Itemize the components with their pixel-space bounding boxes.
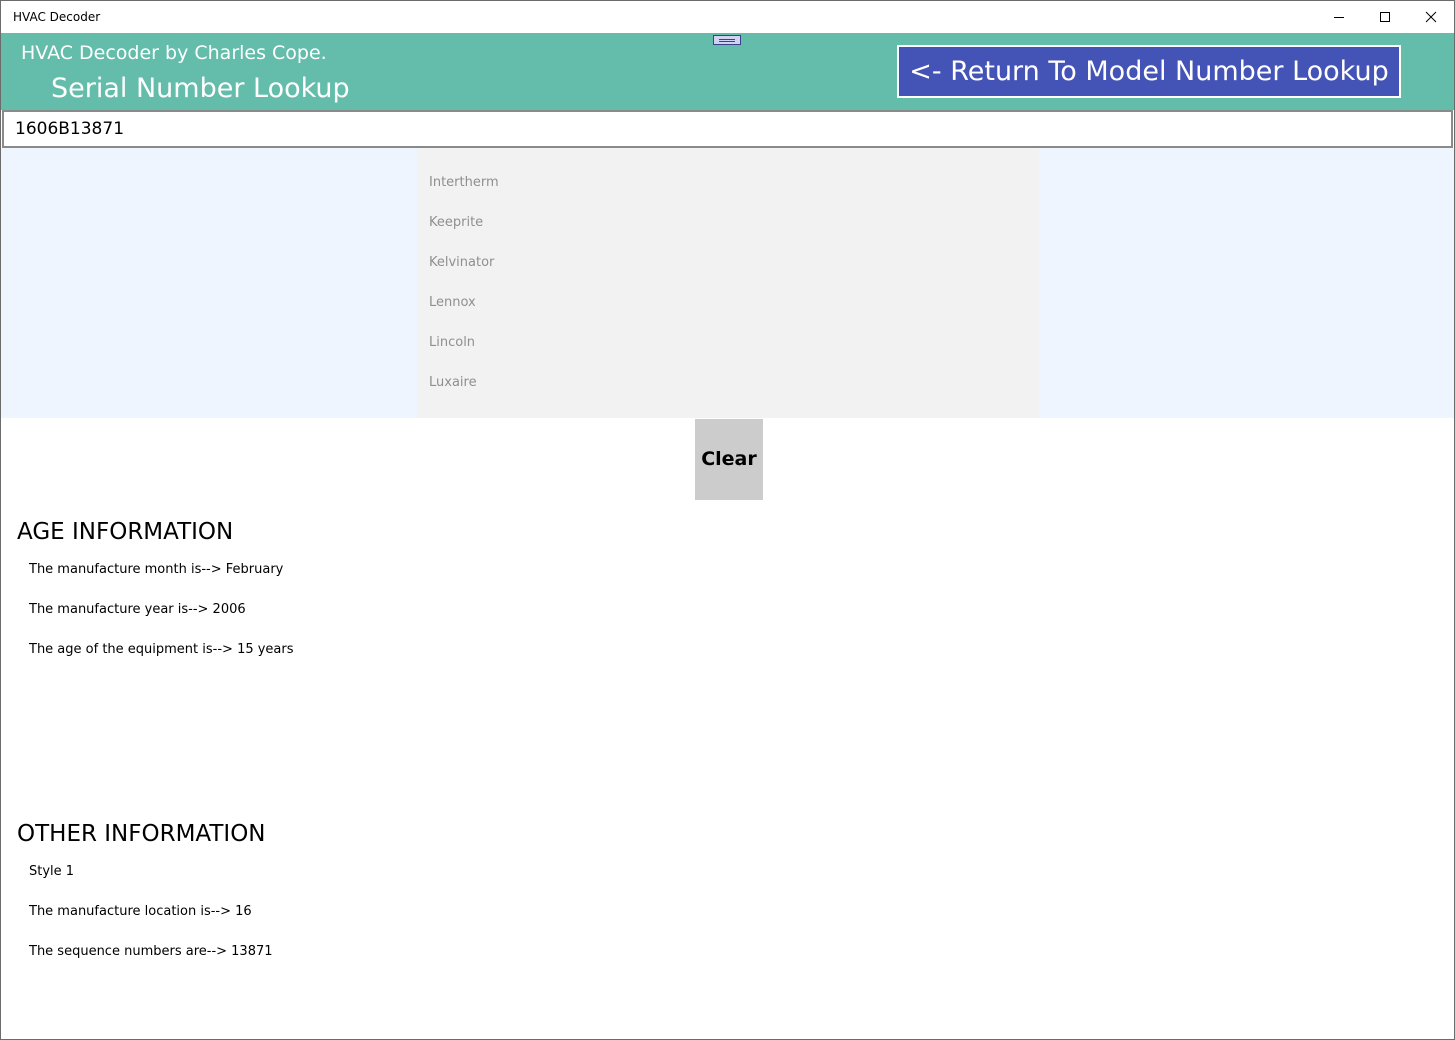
- manufacturer-item[interactable]: Keeprite: [429, 215, 483, 230]
- age-information-heading: AGE INFORMATION: [17, 519, 234, 545]
- equipment-age-line: The age of the equipment is--> 15 years: [29, 642, 294, 657]
- manufacture-year-line: The manufacture year is--> 2006: [29, 602, 246, 617]
- sequence-numbers-line: The sequence numbers are--> 13871: [29, 944, 273, 959]
- minimize-button[interactable]: [1316, 1, 1362, 33]
- page-title: Serial Number Lookup: [51, 73, 350, 104]
- minimize-icon: [1334, 17, 1344, 18]
- close-icon: [1425, 11, 1437, 23]
- manufacturer-item[interactable]: Lincoln: [429, 335, 475, 350]
- manufacturer-panel: Intertherm Keeprite Kelvinator Lennox Li…: [1, 148, 1454, 418]
- manufacturer-item[interactable]: Intertherm: [429, 175, 499, 190]
- clear-button[interactable]: Clear: [695, 419, 763, 500]
- manufacture-location-line: The manufacture location is--> 16: [29, 904, 252, 919]
- window-title: HVAC Decoder: [13, 10, 101, 24]
- app-header: HVAC Decoder by Charles Cope. Serial Num…: [1, 33, 1454, 110]
- manufacturer-list[interactable]: Intertherm Keeprite Kelvinator Lennox Li…: [417, 148, 1039, 418]
- maximize-icon: [1380, 12, 1390, 22]
- return-to-model-lookup-button[interactable]: <- Return To Model Number Lookup: [897, 45, 1401, 98]
- title-bar[interactable]: HVAC Decoder: [1, 1, 1454, 33]
- manufacture-month-line: The manufacture month is--> February: [29, 562, 284, 577]
- serial-number-input[interactable]: [2, 110, 1453, 148]
- manufacturer-item[interactable]: Luxaire: [429, 375, 477, 390]
- close-button[interactable]: [1408, 1, 1454, 33]
- manufacturer-item[interactable]: Kelvinator: [429, 255, 494, 270]
- maximize-button[interactable]: [1362, 1, 1408, 33]
- app-window: HVAC Decoder HVAC Decoder by Charles Cop…: [0, 0, 1455, 1040]
- app-brand: HVAC Decoder by Charles Cope.: [21, 42, 327, 64]
- style-line: Style 1: [29, 864, 75, 879]
- drag-handle-icon[interactable]: [713, 35, 741, 45]
- manufacturer-item[interactable]: Lennox: [429, 295, 476, 310]
- other-information-heading: OTHER INFORMATION: [17, 821, 266, 847]
